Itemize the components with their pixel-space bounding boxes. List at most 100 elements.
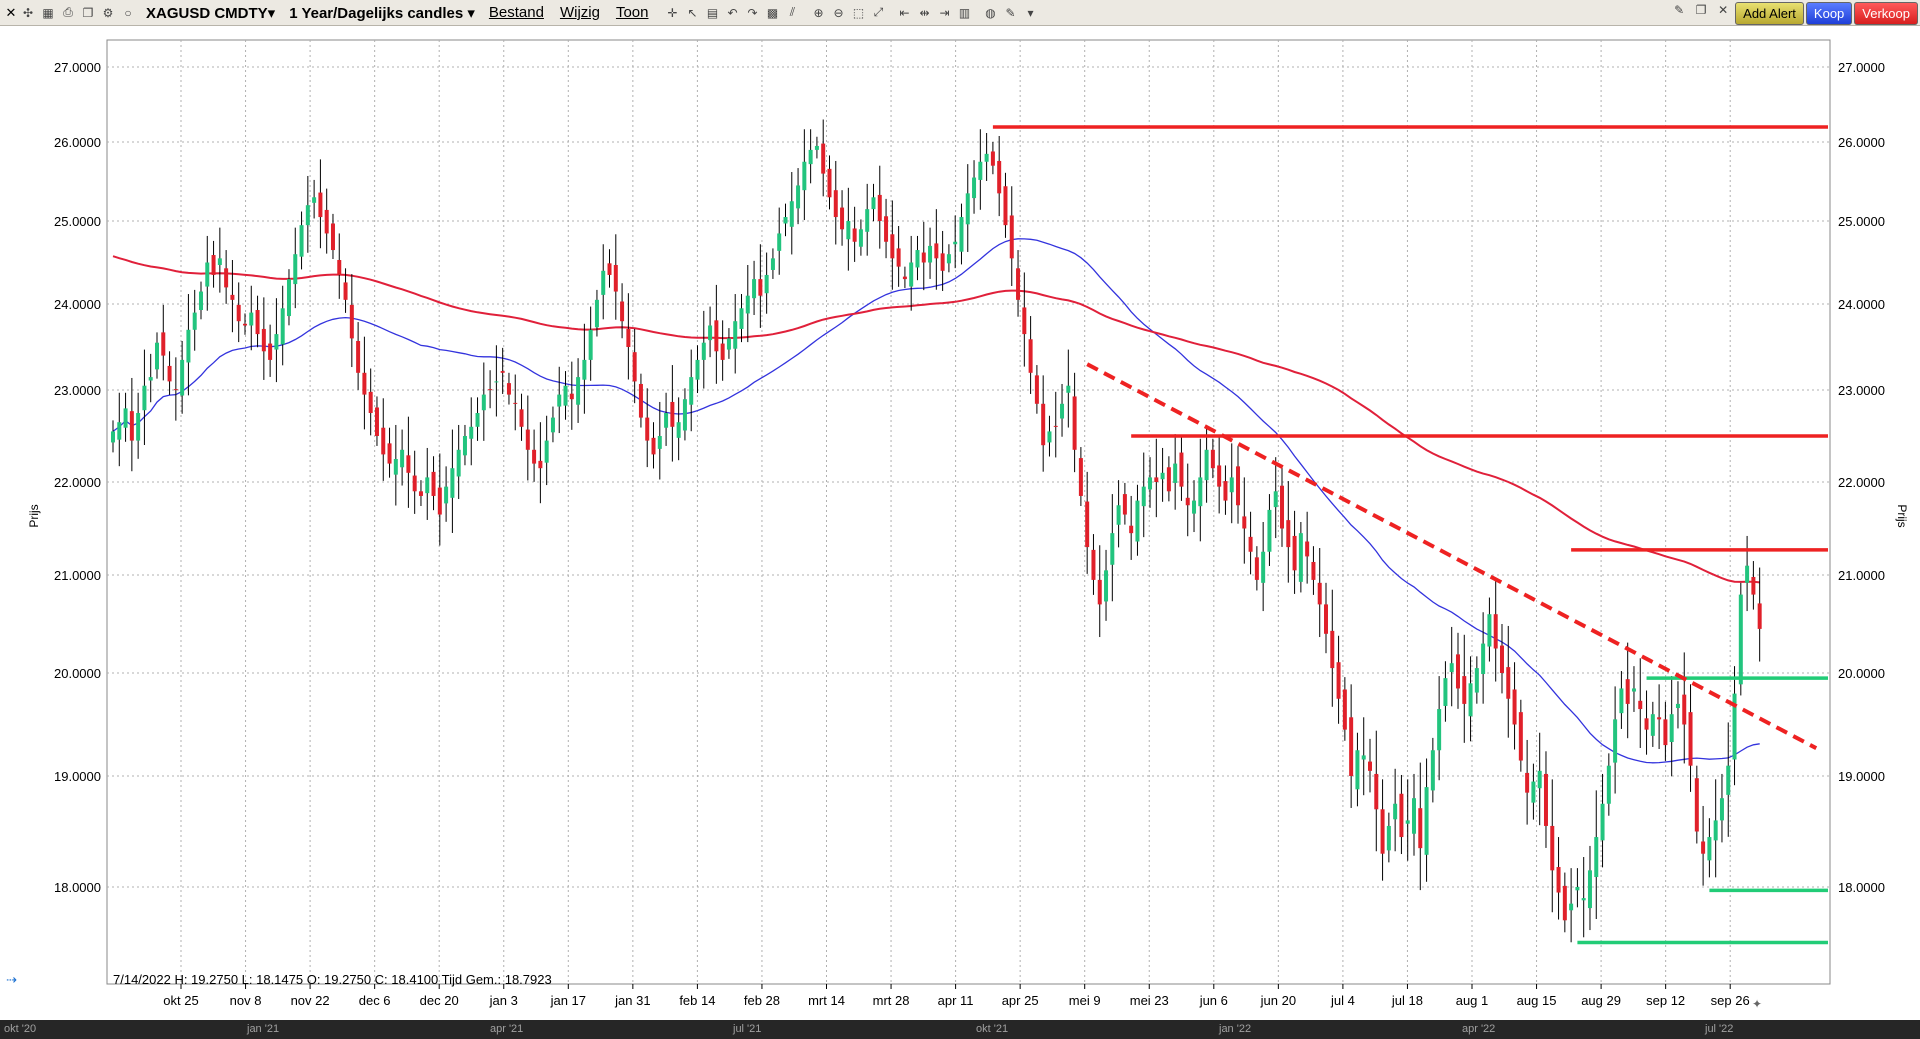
scroll-start-icon[interactable]: ⇤ <box>896 5 912 21</box>
y-tick-label-right: 26.0000 <box>1838 135 1885 150</box>
candle-up <box>865 209 870 232</box>
candle-up <box>1707 837 1712 861</box>
zoom-in-icon[interactable]: ⊕ <box>810 5 826 21</box>
cursor-icon[interactable]: ✛ <box>664 5 680 21</box>
candle-up <box>1650 714 1655 736</box>
candle-up <box>1600 803 1605 841</box>
candle-down <box>1506 667 1511 699</box>
expand-icon[interactable]: ⤢ <box>870 5 886 21</box>
candle-up <box>274 334 279 350</box>
candle-down <box>1349 717 1354 776</box>
circle-icon[interactable]: ○ <box>120 5 136 21</box>
y-tick-label-left: 21.0000 <box>54 568 101 583</box>
x-tick-label: jan 17 <box>550 993 586 1008</box>
candle-down <box>1022 307 1027 335</box>
scroll-icon[interactable]: ⇹ <box>916 5 932 21</box>
x-tick-label: mei 9 <box>1069 993 1101 1008</box>
candle-down <box>412 475 417 492</box>
scroll-arrow-icon[interactable]: ⇢ <box>6 972 17 987</box>
undo-icon[interactable]: ↶ <box>724 5 740 21</box>
candle-down <box>1185 497 1190 506</box>
overview-label: jul '21 <box>733 1023 762 1035</box>
add-alert-button[interactable]: Add Alert <box>1735 2 1804 25</box>
candle-down <box>852 228 857 242</box>
menu-file[interactable]: Bestand <box>489 4 544 21</box>
bar-icon[interactable]: ▥ <box>956 5 972 21</box>
table-icon[interactable]: ▤ <box>704 5 720 21</box>
x-tick-label: aug 15 <box>1517 993 1557 1008</box>
candle-up <box>676 422 681 438</box>
candle-up <box>136 413 141 441</box>
y-tick-label-left: 18.0000 <box>54 880 101 895</box>
candle-up <box>117 422 122 440</box>
x-tick-label: jul 4 <box>1330 993 1355 1008</box>
candle-down <box>255 310 260 335</box>
overview-bar[interactable]: okt '20 jan '21 apr '21 jul '21 okt '21 jan '… <box>0 1020 1920 1039</box>
close-icon[interactable]: ✕ <box>4 5 18 21</box>
y-axis-label-right: Prijs <box>1895 504 1909 527</box>
candle-up <box>1192 500 1197 514</box>
y-tick-label-left: 25.0000 <box>54 214 101 229</box>
dropdown-icon[interactable]: ▾ <box>1022 5 1038 21</box>
pointer-icon[interactable]: ↖ <box>684 5 700 21</box>
candle-down <box>651 437 656 455</box>
lines-icon[interactable]: ⫽ <box>784 5 800 21</box>
candle-up <box>1066 385 1071 393</box>
symbol-selector[interactable]: XAGUSD CMDTY▾ <box>146 4 275 22</box>
candle-down <box>896 248 901 267</box>
x-tick-label: jun 20 <box>1260 993 1296 1008</box>
scroll-end-icon[interactable]: ⇥ <box>936 5 952 21</box>
candle-down <box>538 460 543 469</box>
x-tick-label: aug 29 <box>1581 993 1621 1008</box>
candle-down <box>1041 403 1046 446</box>
candle-down <box>349 304 354 339</box>
candle-down <box>1701 841 1706 854</box>
candle-up <box>1613 719 1618 763</box>
grid-icon[interactable]: ▩ <box>764 5 780 21</box>
menu-view[interactable]: Toon <box>616 4 649 21</box>
candle-up <box>846 221 851 240</box>
restore-icon[interactable]: ❐ <box>1693 2 1709 18</box>
settings-icon[interactable]: ⚙ <box>100 5 116 21</box>
y-tick-label-left: 27.0000 <box>54 60 101 75</box>
candle-up <box>657 436 662 449</box>
candle-down <box>569 393 574 400</box>
copy-icon[interactable]: ❐ <box>80 5 96 21</box>
globe-icon[interactable]: ◍ <box>982 5 998 21</box>
wrench-icon[interactable]: ✎ <box>1002 5 1018 21</box>
candle-down <box>437 487 442 515</box>
price-chart[interactable]: 18.0000 19.0000 20.0000 21.0000 22.0000 23.00… <box>0 26 1920 1020</box>
candle-down <box>1317 582 1322 605</box>
buy-button[interactable]: Koop <box>1805 2 1853 25</box>
x-tick-label: jan 31 <box>614 993 650 1008</box>
candle-down <box>488 389 493 391</box>
candle-down <box>714 320 719 352</box>
print-icon[interactable]: ⎙ <box>60 5 76 21</box>
overview-label: jan '21 <box>247 1023 280 1035</box>
candle-down <box>161 332 166 356</box>
candle-down <box>1122 494 1127 515</box>
candle-up <box>1745 565 1750 583</box>
candle-down <box>990 151 995 166</box>
zoom-out-icon[interactable]: ⊖ <box>830 5 846 21</box>
redo-icon[interactable]: ↷ <box>744 5 760 21</box>
menu-edit[interactable]: Wijzig <box>560 4 600 21</box>
sell-button[interactable]: Verkoop <box>1854 2 1918 25</box>
properties-icon[interactable]: ▦ <box>40 5 56 21</box>
crosshair-icon[interactable]: ✣ <box>20 5 36 21</box>
pencil-icon[interactable]: ✎ <box>1671 2 1687 18</box>
period-selector[interactable]: 1 Year/Dagelijks candles ▾ <box>289 4 475 22</box>
candle-down <box>387 443 392 464</box>
candle-up <box>1104 570 1109 602</box>
close-window-icon[interactable]: ✕ <box>1715 2 1731 18</box>
candle-up <box>1116 505 1121 525</box>
candle-up <box>689 377 694 405</box>
candle-up <box>789 201 794 227</box>
candle-down <box>613 264 618 292</box>
candle-down <box>1286 520 1291 548</box>
fit-icon[interactable]: ⬚ <box>850 5 866 21</box>
candle-up <box>494 381 499 383</box>
candle-down <box>1254 557 1259 580</box>
candle-up <box>909 262 914 287</box>
candle-up <box>305 205 310 226</box>
